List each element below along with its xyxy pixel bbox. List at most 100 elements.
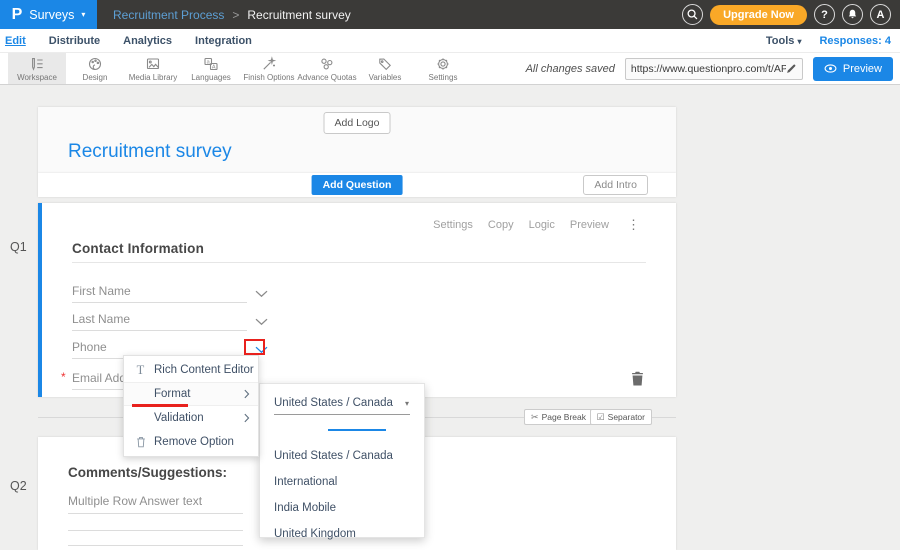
annotation-highlight-box — [244, 339, 265, 355]
help-icon: ? — [821, 9, 828, 21]
answer-row-line — [68, 545, 243, 546]
question-1-number: Q1 — [10, 240, 27, 254]
toolbar-item-variables[interactable]: Variables — [356, 53, 414, 84]
tab-integration[interactable]: Integration — [195, 35, 252, 47]
format-selected-value: United States / Canada — [274, 397, 393, 409]
eye-icon — [824, 64, 837, 73]
survey-subnav: Edit Distribute Analytics Integration To… — [0, 29, 900, 52]
toolbar-item-media-library[interactable]: Media Library — [124, 53, 182, 84]
help-button[interactable]: ? — [814, 4, 835, 25]
menu-item-validation[interactable]: Validation — [124, 406, 258, 430]
languages-icon: aA — [203, 56, 219, 72]
option-us-canada[interactable]: United States / Canada — [260, 443, 424, 469]
scissors-icon: ✂ — [531, 413, 539, 422]
subnav-right: Tools ▾ Responses: 4 — [766, 35, 891, 47]
toolbar-item-label: Media Library — [129, 73, 177, 82]
tools-menu[interactable]: Tools ▾ — [766, 35, 802, 47]
menu-item-format[interactable]: Format — [124, 382, 258, 406]
survey-title[interactable]: Recruitment survey — [68, 141, 232, 163]
breadcrumb-separator: > — [232, 8, 239, 22]
toolbar-item-label: Settings — [429, 73, 458, 82]
multi-row-answer-field[interactable]: Multiple Row Answer text — [68, 494, 243, 514]
option-united-kingdom[interactable]: United Kingdom — [260, 521, 424, 547]
survey-header-card: Add Logo Recruitment survey — [38, 107, 676, 173]
finish-options-icon — [261, 56, 277, 72]
design-icon — [87, 56, 103, 72]
tab-analytics[interactable]: Analytics — [123, 35, 172, 47]
add-intro-button[interactable]: Add Intro — [583, 175, 648, 195]
tab-edit[interactable]: Edit — [5, 35, 26, 47]
media-library-icon — [145, 56, 161, 72]
question-settings-link[interactable]: Settings — [433, 219, 473, 231]
variables-icon — [377, 56, 393, 72]
delete-question-button[interactable] — [631, 371, 644, 386]
breadcrumb: Recruitment Process > Recruitment survey — [113, 8, 351, 22]
checkbox-icon: ☑ — [597, 413, 605, 422]
toolbar-item-design[interactable]: Design — [66, 53, 124, 84]
survey-url-input[interactable] — [631, 63, 786, 75]
menu-item-label: Validation — [154, 412, 204, 424]
option-international[interactable]: International — [260, 469, 424, 495]
add-question-button[interactable]: Add Question — [312, 175, 403, 195]
question-copy-link[interactable]: Copy — [488, 219, 514, 231]
survey-url-box — [625, 58, 803, 80]
answer-row-line — [68, 530, 243, 531]
option-india-mobile[interactable]: India Mobile — [260, 495, 424, 521]
tab-distribute[interactable]: Distribute — [49, 35, 100, 47]
chevron-down-icon[interactable] — [255, 318, 268, 326]
rich-text-icon: T — [133, 364, 148, 377]
page-break-label: Page Break — [542, 412, 586, 422]
advance-quotas-icon — [319, 56, 335, 72]
avatar-initial: A — [877, 9, 885, 21]
add-logo-button[interactable]: Add Logo — [324, 112, 391, 134]
responses-link[interactable]: Responses: 4 — [819, 35, 891, 47]
question-2-title[interactable]: Comments/Suggestions: — [68, 465, 227, 480]
chevron-right-icon — [244, 413, 250, 423]
question-1-title[interactable]: Contact Information — [72, 241, 204, 256]
svg-text:A: A — [212, 64, 216, 70]
question-preview-link[interactable]: Preview — [570, 219, 609, 231]
preview-button[interactable]: Preview — [813, 57, 893, 81]
search-button[interactable] — [682, 4, 703, 25]
toolbar-item-label: Languages — [191, 73, 231, 82]
page-break-button[interactable]: ✂ Page Break — [524, 409, 593, 425]
question-logic-link[interactable]: Logic — [529, 219, 555, 231]
menu-item-rich-content-editor[interactable]: T Rich Content Editor — [124, 358, 258, 382]
first-name-field[interactable]: First Name — [72, 284, 247, 303]
kebab-menu-icon[interactable]: ⋮ — [627, 217, 640, 233]
toolbar-item-workspace[interactable]: Workspace — [8, 53, 66, 84]
upgrade-now-button[interactable]: Upgrade Now — [710, 5, 807, 25]
trash-icon — [631, 371, 644, 386]
toolbar-item-finish-options[interactable]: Finish Options — [240, 53, 298, 84]
chevron-right-icon — [244, 389, 250, 399]
toolbar-item-label: Design — [83, 73, 108, 82]
avatar[interactable]: A — [870, 4, 891, 25]
workspace-icon — [29, 56, 45, 72]
caret-down-icon: ▾ — [797, 37, 801, 46]
settings-icon — [435, 56, 451, 72]
surveys-menu[interactable]: P Surveys ▾ — [0, 0, 97, 29]
editor-toolbar: Workspace Design Media Library aA Langua… — [0, 52, 900, 85]
notifications-button[interactable] — [842, 4, 863, 25]
toolbar-item-label: Advance Quotas — [297, 73, 356, 82]
toolbar-item-label: Workspace — [17, 73, 57, 82]
field-row-last-name: Last Name — [72, 303, 268, 331]
separator-button[interactable]: ☑ Separator — [590, 409, 652, 425]
caret-down-icon: ▾ — [405, 400, 409, 408]
last-name-field[interactable]: Last Name — [72, 312, 247, 331]
chevron-down-icon[interactable] — [255, 290, 268, 298]
preview-button-label: Preview — [843, 63, 882, 75]
topbar-actions: Upgrade Now ? A — [682, 4, 900, 25]
question-divider — [72, 262, 646, 263]
phone-options-menu: T Rich Content Editor Format Validation … — [123, 355, 259, 457]
toolbar-item-settings[interactable]: Settings — [414, 53, 472, 84]
question-2-number: Q2 — [10, 479, 27, 493]
survey-canvas: Add Logo Recruitment survey Add Question… — [0, 85, 900, 550]
breadcrumb-folder-link[interactable]: Recruitment Process — [113, 8, 224, 22]
menu-item-remove-option[interactable]: Remove Option — [124, 430, 258, 454]
bell-icon — [846, 8, 859, 21]
pencil-icon[interactable] — [786, 63, 797, 74]
toolbar-item-advance-quotas[interactable]: Advance Quotas — [298, 53, 356, 84]
toolbar-item-languages[interactable]: aA Languages — [182, 53, 240, 84]
format-select[interactable]: United States / Canada ▾ — [274, 397, 410, 415]
